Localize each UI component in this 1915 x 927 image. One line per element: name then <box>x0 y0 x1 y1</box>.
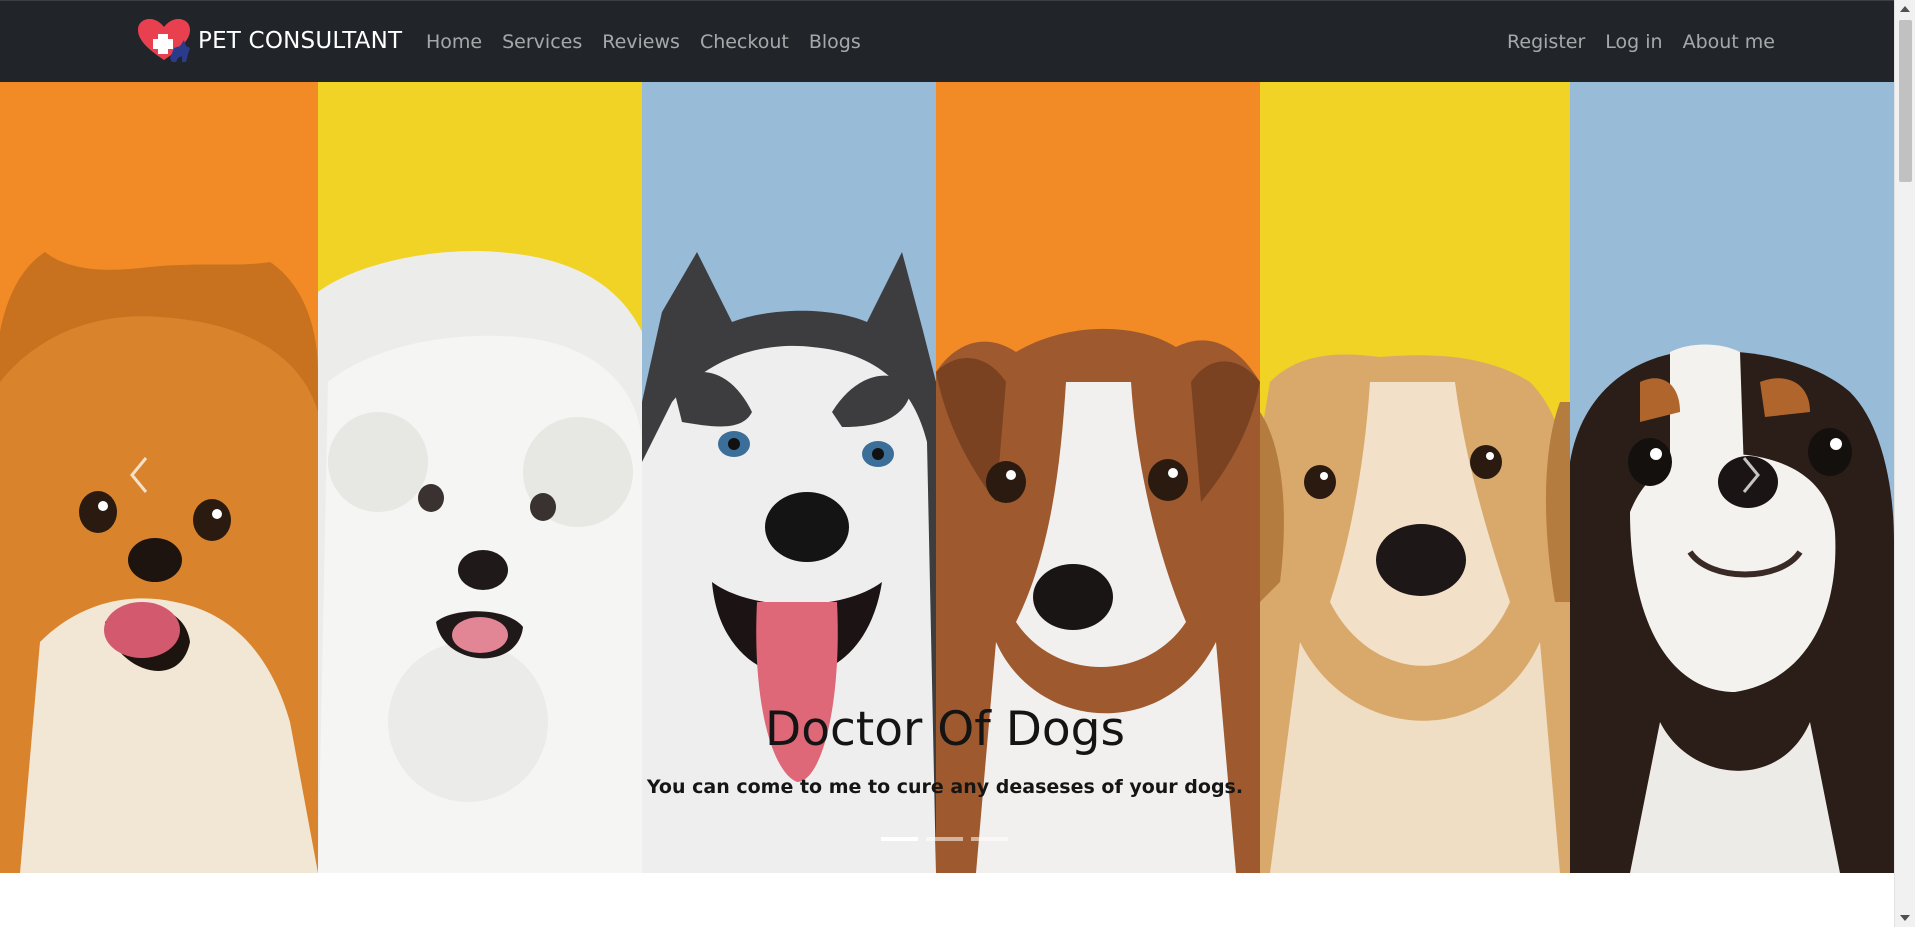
chevron-right-icon <box>1742 457 1760 493</box>
carousel-caption: Doctor Of Dogs <box>0 702 1890 757</box>
page: PET CONSULTANT Home Services Reviews Che… <box>0 0 1894 927</box>
nav-about-me[interactable]: About me <box>1673 31 1785 53</box>
carousel-indicator[interactable] <box>971 837 1008 841</box>
carousel-indicator[interactable] <box>881 837 918 841</box>
nav-services[interactable]: Services <box>492 31 592 53</box>
nav-login[interactable]: Log in <box>1595 31 1672 53</box>
carousel-indicators <box>881 837 1008 841</box>
vertical-scrollbar[interactable] <box>1894 0 1915 927</box>
account-nav: Register Log in About me <box>1497 1 1785 83</box>
caption-title: Doctor Of Dogs <box>765 702 1125 757</box>
navbar: PET CONSULTANT Home Services Reviews Che… <box>0 0 1894 82</box>
brand-link[interactable]: PET CONSULTANT <box>136 18 402 64</box>
scroll-down-arrow-icon[interactable] <box>1900 915 1910 921</box>
brand-name: PET CONSULTANT <box>198 28 403 54</box>
nav-checkout[interactable]: Checkout <box>690 31 799 53</box>
scroll-up-arrow-icon[interactable] <box>1900 6 1910 12</box>
caption-text: You can come to me to cure any deaseses … <box>646 776 1244 798</box>
chevron-left-icon <box>130 457 148 493</box>
carousel-indicator[interactable] <box>926 837 963 841</box>
primary-nav: Home Services Reviews Checkout Blogs <box>416 1 871 83</box>
nav-reviews[interactable]: Reviews <box>592 31 690 53</box>
heart-paw-logo-icon <box>138 19 190 62</box>
nav-blogs[interactable]: Blogs <box>799 31 871 53</box>
carousel-prev-button[interactable] <box>118 450 158 500</box>
nav-home[interactable]: Home <box>416 31 492 53</box>
scroll-thumb[interactable] <box>1899 20 1912 182</box>
carousel-next-button[interactable] <box>1732 450 1772 500</box>
nav-register[interactable]: Register <box>1497 31 1595 53</box>
